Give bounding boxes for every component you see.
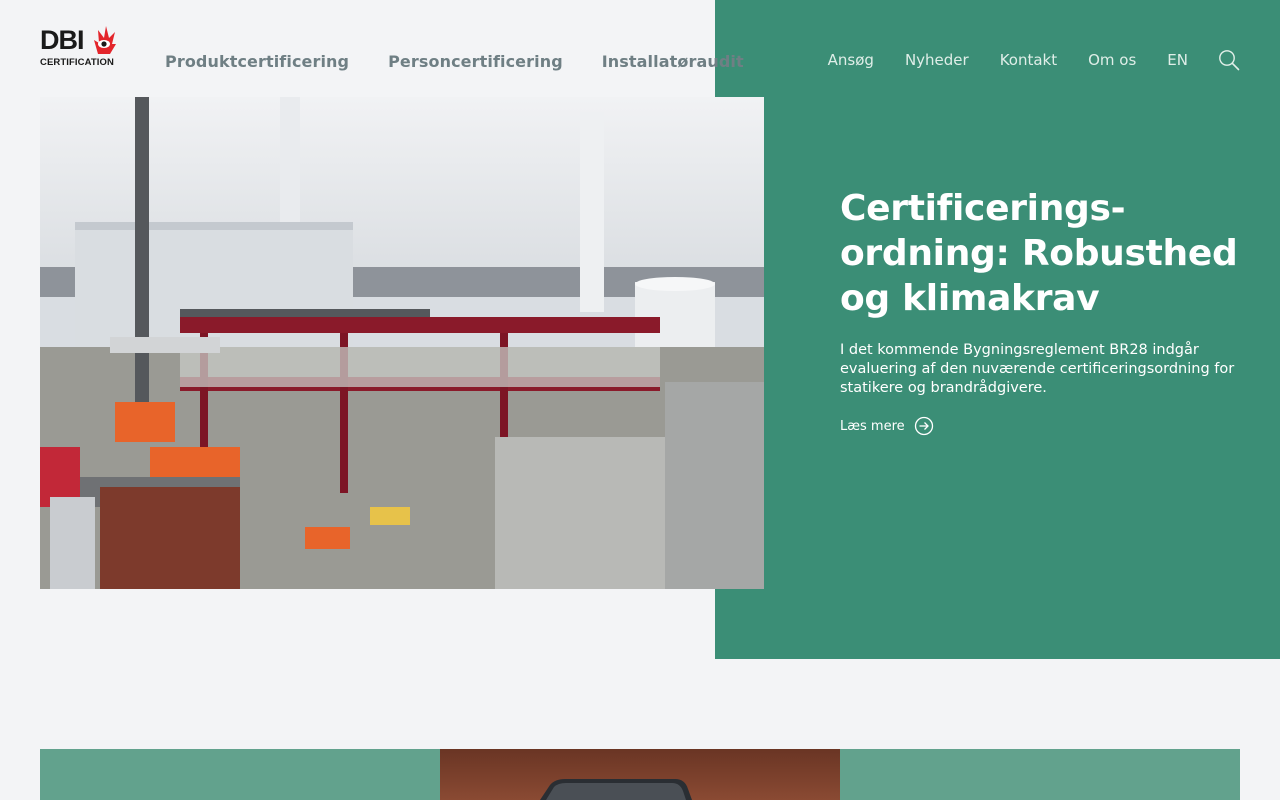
hero-description: I det kommende Bygningsreglement BR28 in… (840, 342, 1235, 396)
dbi-logo[interactable]: DBI CERTIFICATION (40, 24, 120, 70)
hero-title: Certificerings-ordning: Robusthed og kli… (840, 188, 1238, 319)
utility-nav: Ansøg Nyheder Kontakt Om os EN (828, 49, 1240, 71)
nav-produktcertificering[interactable]: Produktcertificering (165, 52, 349, 71)
hero-image (40, 97, 764, 589)
nav-nyheder[interactable]: Nyheder (905, 51, 969, 69)
logo-wordmark: DBI (40, 25, 84, 55)
logo-subtitle: CERTIFICATION (40, 57, 114, 68)
arrow-circle-right-icon (914, 416, 933, 436)
main-nav: Produktcertificering Personcertificering… (165, 52, 744, 71)
teaser-image (440, 749, 840, 800)
nav-personcertificering[interactable]: Personcertificering (388, 52, 563, 71)
nav-installatoraudit[interactable]: Installatøraudit (602, 52, 744, 71)
search-icon[interactable] (1218, 49, 1240, 71)
language-toggle[interactable]: EN (1167, 51, 1188, 69)
read-more-label: Læs mere (840, 418, 905, 434)
read-more-link[interactable]: Læs mere (840, 416, 934, 436)
hero-text: Certificerings-ordning: Robusthed og kli… (840, 186, 1240, 436)
nav-kontakt[interactable]: Kontakt (1000, 51, 1057, 69)
flame-eye-icon (94, 26, 116, 54)
nav-ansog[interactable]: Ansøg (828, 51, 874, 69)
nav-om-os[interactable]: Om os (1088, 51, 1136, 69)
